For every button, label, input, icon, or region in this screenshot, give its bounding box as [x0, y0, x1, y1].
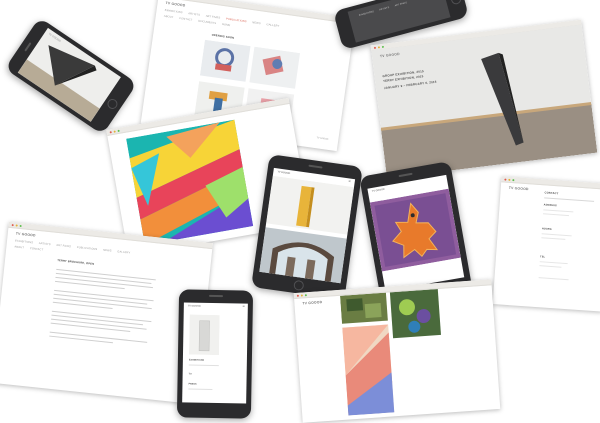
nav-item[interactable]: CONTACT — [179, 17, 193, 22]
page-title: OPENING SOON — [211, 33, 235, 40]
phone-screen: TV GOOOD ≡ — [259, 167, 356, 284]
phone-screen: EXHIBITIONS ARTISTS ART FAIRS — [347, 0, 451, 43]
footer-logo: TV GOOOD — [316, 137, 329, 142]
site-logo: TV GOOOD — [165, 0, 186, 8]
nav-item[interactable]: HOME — [222, 23, 231, 27]
nav-item[interactable]: EXHIBITIONS — [15, 239, 33, 244]
site-logo: TV GOOOD — [187, 304, 201, 308]
nav-item[interactable]: NEWS — [103, 249, 112, 253]
nav-item[interactable]: ARTISTS — [39, 242, 51, 246]
sculpture-image — [17, 45, 100, 122]
exhibition-photo — [371, 24, 598, 179]
menu-item[interactable]: ARTISTS — [379, 7, 389, 12]
nav-item[interactable]: GALLERY — [266, 23, 279, 28]
menu-item[interactable]: EXHIBITIONS — [359, 11, 375, 17]
exhibition-hero-window: TV GOOOD GROUP EXHIBITION, 2015 TERRY EX… — [370, 19, 598, 179]
nav-item[interactable]: ART FAIRS — [56, 244, 71, 249]
menu-icon[interactable]: ≡ — [348, 178, 351, 183]
nav-item[interactable]: DOCUMENTS — [198, 20, 216, 25]
site-logo: TV GOOOD — [15, 231, 36, 238]
phone-center: TV GOOOD ≡ — [251, 154, 363, 300]
article-headline: TERRY BROCHURE, OPEN — [57, 258, 95, 266]
phone-sculpture-top-left: TV GOOOD — [4, 17, 138, 135]
phone-screen: TV GOOOD — [367, 174, 465, 292]
nav-item[interactable]: CONTACT — [30, 247, 44, 251]
phone-screen: TV GOOOD ≡ EXHIBITIONS TV PRESS — [182, 302, 248, 404]
site-logo: TV GOOOD — [371, 187, 385, 193]
nav-item[interactable]: ABOUT — [14, 245, 24, 249]
site-logo: TV GOOOD — [302, 300, 323, 306]
section-exhibitions: EXHIBITIONS — [188, 358, 205, 362]
nav-item[interactable]: ABOUT — [164, 15, 174, 19]
nav-item-active[interactable]: PUBLICATIONS — [226, 17, 247, 23]
article-body — [49, 268, 156, 350]
site-logo: TV GOOOD — [277, 170, 291, 176]
hours-heading: HOURS — [541, 227, 552, 231]
address-heading: ADDRESS — [543, 203, 557, 208]
nav-item[interactable]: PUBLICATIONS — [77, 246, 98, 251]
phone-heading: TEL — [539, 255, 546, 259]
figure-painting — [369, 188, 461, 272]
mobile-menu: EXHIBITIONS ARTISTS ART FAIRS — [359, 0, 418, 18]
nav-item[interactable]: EXHIBITIONS — [164, 9, 182, 14]
phone-screen: TV GOOOD — [17, 27, 121, 122]
contact-heading: CONTACT — [544, 191, 559, 196]
nav-item[interactable]: GALLERY — [117, 250, 130, 254]
nav-item[interactable]: NEWS — [252, 21, 261, 25]
menu-icon[interactable]: ≡ — [242, 303, 244, 308]
colorful-painting — [126, 119, 254, 246]
paintings-grid — [340, 289, 441, 416]
artwork-images — [259, 175, 355, 284]
artwork-thumbnail — [188, 314, 220, 356]
section-press: PRESS — [188, 382, 197, 386]
paintings-grid-window: TV GOOOD — [293, 279, 501, 423]
menu-item[interactable]: ART FAIRS — [395, 2, 408, 7]
nav-item[interactable]: ART FAIRS — [206, 15, 221, 20]
phone-bottom: TV GOOOD ≡ EXHIBITIONS TV PRESS — [176, 289, 254, 419]
section-tv: TV — [188, 372, 192, 376]
footer-info: TV GOOOD — [316, 137, 328, 141]
contact-window: TV GOOOD CONTACT ADDRESS HOURS TEL — [492, 176, 600, 312]
site-logo: TV GOOOD — [508, 185, 529, 192]
nav-item[interactable]: ARTISTS — [188, 12, 200, 17]
sub-nav: ABOUT CONTACT — [14, 245, 48, 252]
